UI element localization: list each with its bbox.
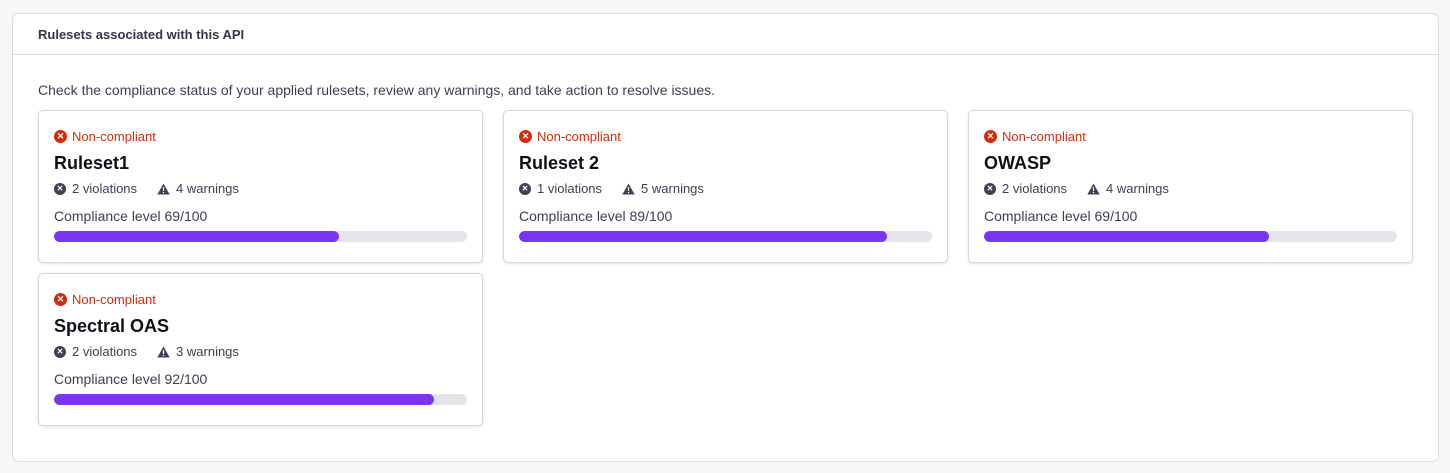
warnings-count: 3 warnings [157,344,239,359]
ruleset-name: Spectral OAS [54,316,170,336]
panel-header: Rulesets associated with this API [13,14,1438,55]
warning-triangle-icon [157,346,170,357]
x-circle-icon: ✕ [54,129,67,143]
violations-count: ✕ 2 violations [54,344,137,359]
ruleset-name: Ruleset 2 [519,153,600,173]
ruleset-stats: ✕ 2 violations 3 warnings [54,344,467,359]
ruleset-card[interactable]: ✕ Non-compliant Spectral OAS ✕ 2 violati… [38,273,483,426]
x-circle-icon: ✕ [984,182,996,195]
compliance-progress-fill [54,231,339,242]
warnings-count: 4 warnings [157,181,239,196]
warning-triangle-icon [622,183,635,194]
x-circle-icon: ✕ [519,129,532,143]
status-label: Non-compliant [72,291,156,307]
violations-label: 2 violations [72,181,138,196]
compliance-level: Compliance level 89/100 [519,208,673,224]
warnings-label: 4 warnings [176,181,239,196]
compliance-level: Compliance level 69/100 [984,208,1138,224]
x-circle-icon: ✕ [984,129,997,143]
ruleset-name: Ruleset1 [54,153,130,173]
status-label: Non-compliant [72,128,156,144]
warning-triangle-icon [1087,183,1100,194]
compliance-progress-bar [519,231,932,242]
violations-label: 1 violations [537,181,603,196]
violations-label: 2 violations [1002,181,1068,196]
compliance-progress-fill [984,231,1269,242]
compliance-progress-fill [519,231,887,242]
ruleset-stats: ✕ 1 violations 5 warnings [519,181,932,196]
compliance-level: Compliance level 92/100 [54,371,208,387]
warnings-label: 5 warnings [641,181,704,196]
rulesets-panel: Rulesets associated with this API Check … [12,13,1439,462]
ruleset-card[interactable]: ✕ Non-compliant OWASP ✕ 2 violations 4 w… [968,110,1413,263]
ruleset-card[interactable]: ✕ Non-compliant Ruleset 2 ✕ 1 violations… [503,110,948,263]
compliance-progress-bar [54,231,467,242]
violations-count: ✕ 2 violations [54,181,137,196]
ruleset-name: OWASP [984,153,1052,173]
ruleset-stats: ✕ 2 violations 4 warnings [984,181,1397,196]
violations-count: ✕ 1 violations [519,181,602,196]
status-badge: ✕ Non-compliant [519,128,932,144]
status-label: Non-compliant [537,128,621,144]
violations-label: 2 violations [72,344,138,359]
x-circle-icon: ✕ [54,292,67,306]
warnings-label: 4 warnings [1106,181,1169,196]
status-badge: ✕ Non-compliant [984,128,1397,144]
panel-description: Check the compliance status of your appl… [38,82,716,98]
x-circle-icon: ✕ [519,182,531,195]
warnings-label: 3 warnings [176,344,239,359]
status-badge: ✕ Non-compliant [54,291,467,307]
status-label: Non-compliant [1002,128,1086,144]
compliance-progress-bar [984,231,1397,242]
warning-triangle-icon [157,183,170,194]
status-badge: ✕ Non-compliant [54,128,467,144]
violations-count: ✕ 2 violations [984,181,1067,196]
x-circle-icon: ✕ [54,345,66,358]
ruleset-card[interactable]: ✕ Non-compliant Ruleset1 ✕ 2 violations … [38,110,483,263]
x-circle-icon: ✕ [54,182,66,195]
compliance-progress-fill [54,394,434,405]
ruleset-stats: ✕ 2 violations 4 warnings [54,181,467,196]
compliance-progress-bar [54,394,467,405]
warnings-count: 5 warnings [622,181,704,196]
ruleset-card-grid: ✕ Non-compliant Ruleset1 ✕ 2 violations … [38,110,1414,426]
panel-title: Rulesets associated with this API [38,26,245,42]
compliance-level: Compliance level 69/100 [54,208,208,224]
warnings-count: 4 warnings [1087,181,1169,196]
